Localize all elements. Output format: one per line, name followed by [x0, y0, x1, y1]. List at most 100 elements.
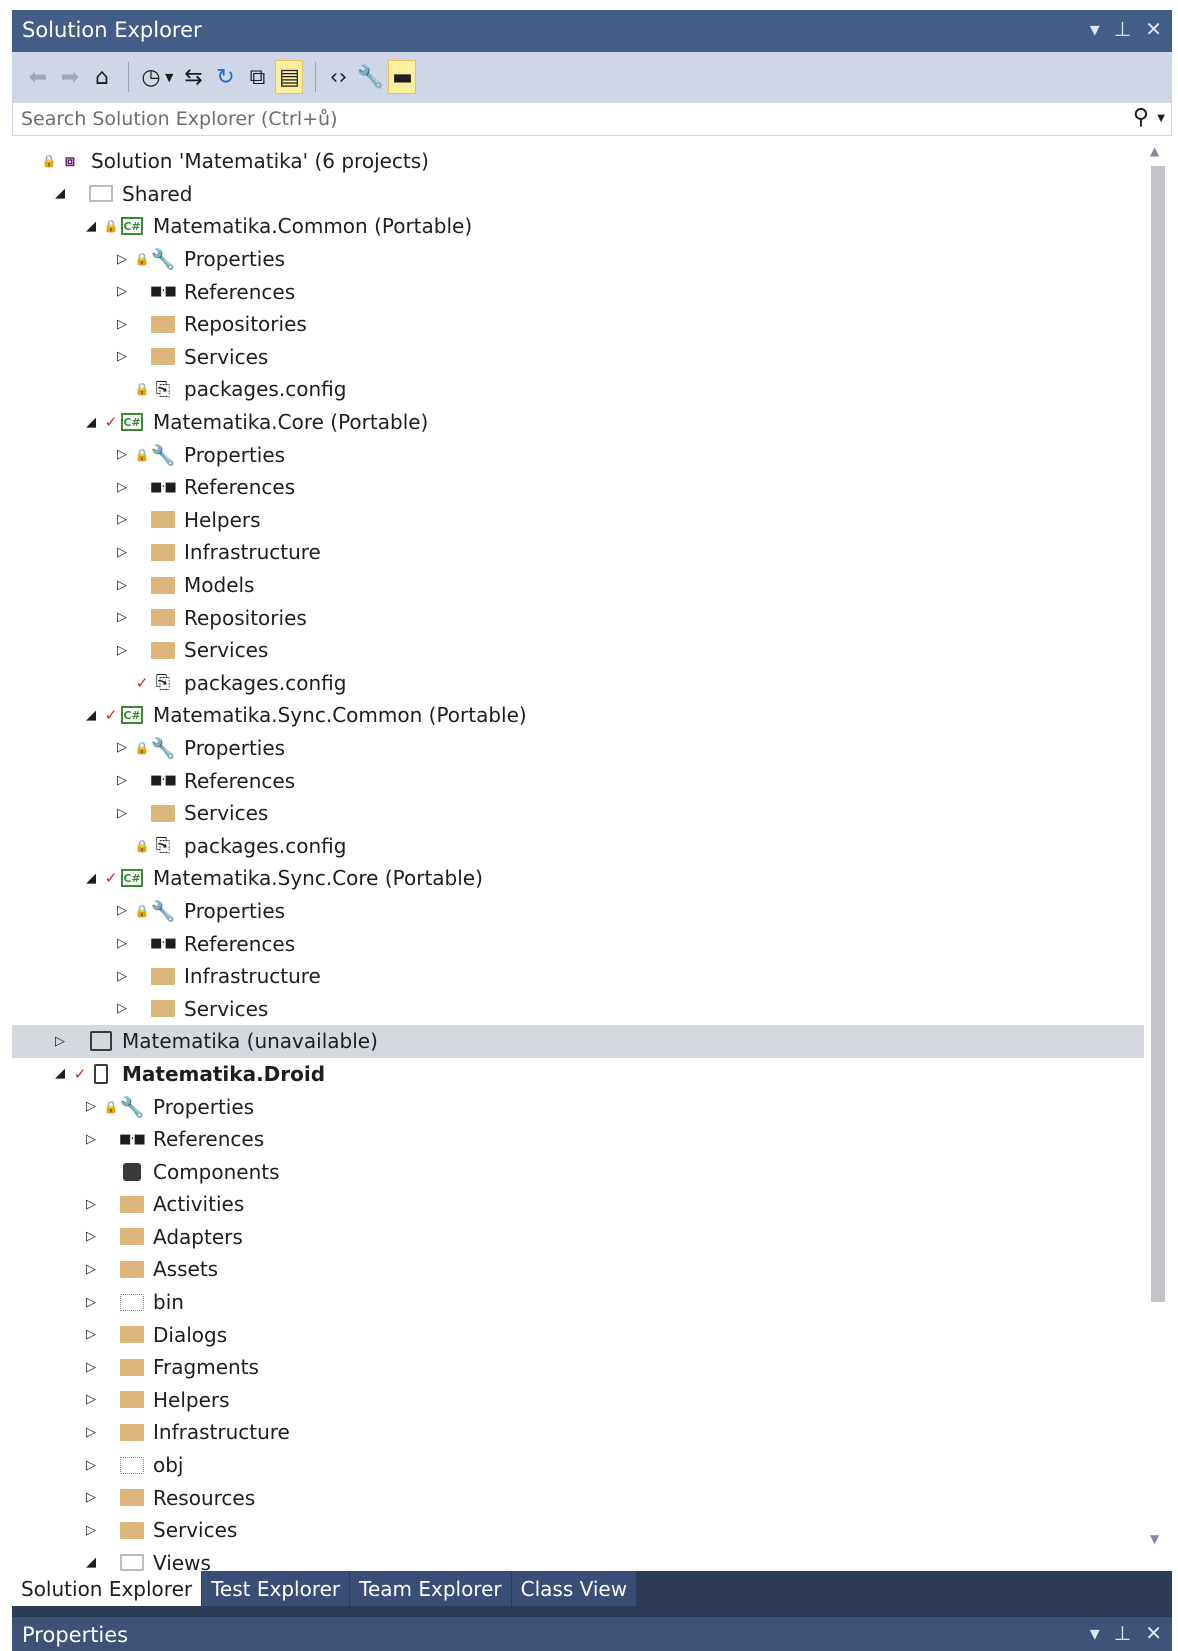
tree-item[interactable]: ▷ 🔒 🔧 Properties [12, 243, 1144, 276]
pending-changes-filter-icon[interactable]: ◷ [137, 60, 165, 94]
forward-icon[interactable]: ➡ [56, 60, 84, 94]
tree-item[interactable]: ▷ Helpers [12, 504, 1144, 537]
window-options-dropdown[interactable]: ▾ [1090, 1621, 1100, 1645]
view-code-icon[interactable]: ‹› [324, 60, 352, 94]
preview-selected-items-icon[interactable]: ▬ [388, 60, 417, 94]
collapsed-arrow-icon[interactable]: ▷ [82, 1327, 100, 1342]
collapsed-arrow-icon[interactable]: ▷ [113, 773, 131, 788]
expanded-arrow-icon[interactable]: ◢ [51, 186, 69, 201]
tree-item[interactable]: ▷ 🔒 🔧 Properties [12, 438, 1144, 471]
tab-team-explorer[interactable]: Team Explorer [350, 1571, 511, 1606]
tree-item[interactable]: ◢ ✓ C# Matematika.Core (Portable) [12, 406, 1144, 439]
back-icon[interactable]: ⬅ [24, 60, 52, 94]
collapsed-arrow-icon[interactable]: ▷ [82, 1360, 100, 1375]
tree-item[interactable]: ▷ Infrastructure [12, 536, 1144, 569]
tree-item[interactable]: ▷ Infrastructure [12, 1416, 1144, 1449]
collapsed-arrow-icon[interactable]: ▷ [113, 1001, 131, 1016]
expanded-arrow-icon[interactable]: ◢ [82, 415, 100, 430]
pin-icon[interactable]: ⊥ [1114, 1621, 1131, 1645]
tree-item[interactable]: ▷ ■·■ References [12, 471, 1144, 504]
tree-item[interactable]: ▷ Infrastructure [12, 960, 1144, 993]
collapsed-arrow-icon[interactable]: ▷ [113, 740, 131, 755]
tree-item[interactable]: ▷ ■·■ References [12, 1123, 1144, 1156]
tree-item[interactable]: ◢ ✓ C# Matematika.Sync.Common (Portable) [12, 699, 1144, 732]
close-icon[interactable]: ✕ [1145, 1621, 1162, 1645]
tree-item[interactable]: Components [12, 1155, 1144, 1188]
collapsed-arrow-icon[interactable]: ▷ [113, 969, 131, 984]
collapsed-arrow-icon[interactable]: ▷ [51, 1034, 69, 1049]
collapsed-arrow-icon[interactable]: ▷ [113, 317, 131, 332]
tree-item[interactable]: ▷ Helpers [12, 1384, 1144, 1417]
home-icon[interactable]: ⌂ [88, 60, 116, 94]
tree-item[interactable]: ▷ Services [12, 634, 1144, 667]
tab-test-explorer[interactable]: Test Explorer [202, 1571, 350, 1606]
close-icon[interactable]: ✕ [1145, 17, 1162, 41]
collapsed-arrow-icon[interactable]: ▷ [113, 643, 131, 658]
tree-item[interactable]: 🔒 ⧈ Solution 'Matematika' (6 projects) [12, 145, 1144, 178]
collapsed-arrow-icon[interactable]: ▷ [82, 1425, 100, 1440]
properties-wrench-icon[interactable]: 🔧 [356, 60, 384, 94]
tree-item[interactable]: ◢ ✓ C# Matematika.Sync.Core (Portable) [12, 862, 1144, 895]
collapsed-arrow-icon[interactable]: ▷ [113, 447, 131, 462]
show-all-files-icon[interactable]: ▤ [275, 60, 304, 94]
search-input[interactable] [13, 103, 1113, 135]
tree-item[interactable]: ▷ Matematika (unavailable) [12, 1025, 1144, 1058]
tree-item[interactable]: 🔒 ⎘ packages.config [12, 829, 1144, 862]
expanded-arrow-icon[interactable]: ◢ [82, 708, 100, 723]
search-icon[interactable]: ⚲ [1133, 105, 1149, 130]
tree-item[interactable]: ▷ Fragments [12, 1351, 1144, 1384]
expanded-arrow-icon[interactable]: ◢ [82, 1555, 100, 1570]
tree-item[interactable]: ▷ 🔒 🔧 Properties [12, 1090, 1144, 1123]
collapsed-arrow-icon[interactable]: ▷ [82, 1099, 100, 1114]
tree-item[interactable]: ▷ ■·■ References [12, 275, 1144, 308]
collapsed-arrow-icon[interactable]: ▷ [82, 1132, 100, 1147]
scroll-up-icon[interactable]: ▲ [1150, 144, 1159, 158]
collapsed-arrow-icon[interactable]: ▷ [82, 1458, 100, 1473]
tree-item[interactable]: ▷ Models [12, 569, 1144, 602]
tab-solution-explorer[interactable]: Solution Explorer [12, 1571, 202, 1606]
window-options-dropdown[interactable]: ▾ [1090, 17, 1100, 41]
collapsed-arrow-icon[interactable]: ▷ [82, 1392, 100, 1407]
tree-item[interactable]: ▷ Adapters [12, 1221, 1144, 1254]
expanded-arrow-icon[interactable]: ◢ [51, 1066, 69, 1081]
collapsed-arrow-icon[interactable]: ▷ [82, 1295, 100, 1310]
sync-with-active-document-icon[interactable]: ⇆ [179, 60, 207, 94]
collapse-all-icon[interactable]: ⧉ [243, 60, 271, 94]
expanded-arrow-icon[interactable]: ◢ [82, 219, 100, 234]
tree-item[interactable]: ▷ 🔒 🔧 Properties [12, 732, 1144, 765]
vertical-scrollbar[interactable]: ▲ ▼ [1144, 136, 1172, 1571]
tree-item[interactable]: 🔒 ⎘ packages.config [12, 373, 1144, 406]
tree-item[interactable]: ▷ Services [12, 341, 1144, 374]
search-options-chevron-down-icon[interactable]: ▼ [1157, 113, 1165, 124]
collapsed-arrow-icon[interactable]: ▷ [113, 545, 131, 560]
collapsed-arrow-icon[interactable]: ▷ [82, 1229, 100, 1244]
tree-item[interactable]: ▷ Services [12, 992, 1144, 1025]
tree-item[interactable]: ▷ 🔒 🔧 Properties [12, 895, 1144, 928]
collapsed-arrow-icon[interactable]: ▷ [113, 512, 131, 527]
collapsed-arrow-icon[interactable]: ▷ [82, 1523, 100, 1538]
collapsed-arrow-icon[interactable]: ▷ [113, 936, 131, 951]
collapsed-arrow-icon[interactable]: ▷ [82, 1262, 100, 1277]
collapsed-arrow-icon[interactable]: ▷ [113, 284, 131, 299]
pin-icon[interactable]: ⊥ [1114, 17, 1131, 41]
scroll-down-icon[interactable]: ▼ [1150, 1532, 1159, 1546]
tree-item[interactable]: ▷ Repositories [12, 601, 1144, 634]
tree-item[interactable]: ▷ Resources [12, 1481, 1144, 1514]
expanded-arrow-icon[interactable]: ◢ [82, 871, 100, 886]
collapsed-arrow-icon[interactable]: ▷ [113, 252, 131, 267]
tree-item[interactable]: ◢ ✓ Matematika.Droid [12, 1058, 1144, 1091]
tree-item[interactable]: ▷ Activities [12, 1188, 1144, 1221]
tree-item[interactable]: ◢ 🔒 C# Matematika.Common (Portable) [12, 210, 1144, 243]
refresh-icon[interactable]: ↻ [211, 60, 239, 94]
tree-item[interactable]: ▷ ■·■ References [12, 927, 1144, 960]
tree-item[interactable]: ▷ ■·■ References [12, 764, 1144, 797]
tree-item[interactable]: ▷ Assets [12, 1253, 1144, 1286]
collapsed-arrow-icon[interactable]: ▷ [113, 903, 131, 918]
tree-item[interactable]: ▷ obj [12, 1449, 1144, 1482]
collapsed-arrow-icon[interactable]: ▷ [113, 349, 131, 364]
tree-item[interactable]: ◢ Shared [12, 178, 1144, 211]
collapsed-arrow-icon[interactable]: ▷ [82, 1197, 100, 1212]
tree-item[interactable]: ◢ Views [12, 1547, 1144, 1571]
collapsed-arrow-icon[interactable]: ▷ [113, 480, 131, 495]
scrollbar-thumb[interactable] [1151, 166, 1165, 1302]
